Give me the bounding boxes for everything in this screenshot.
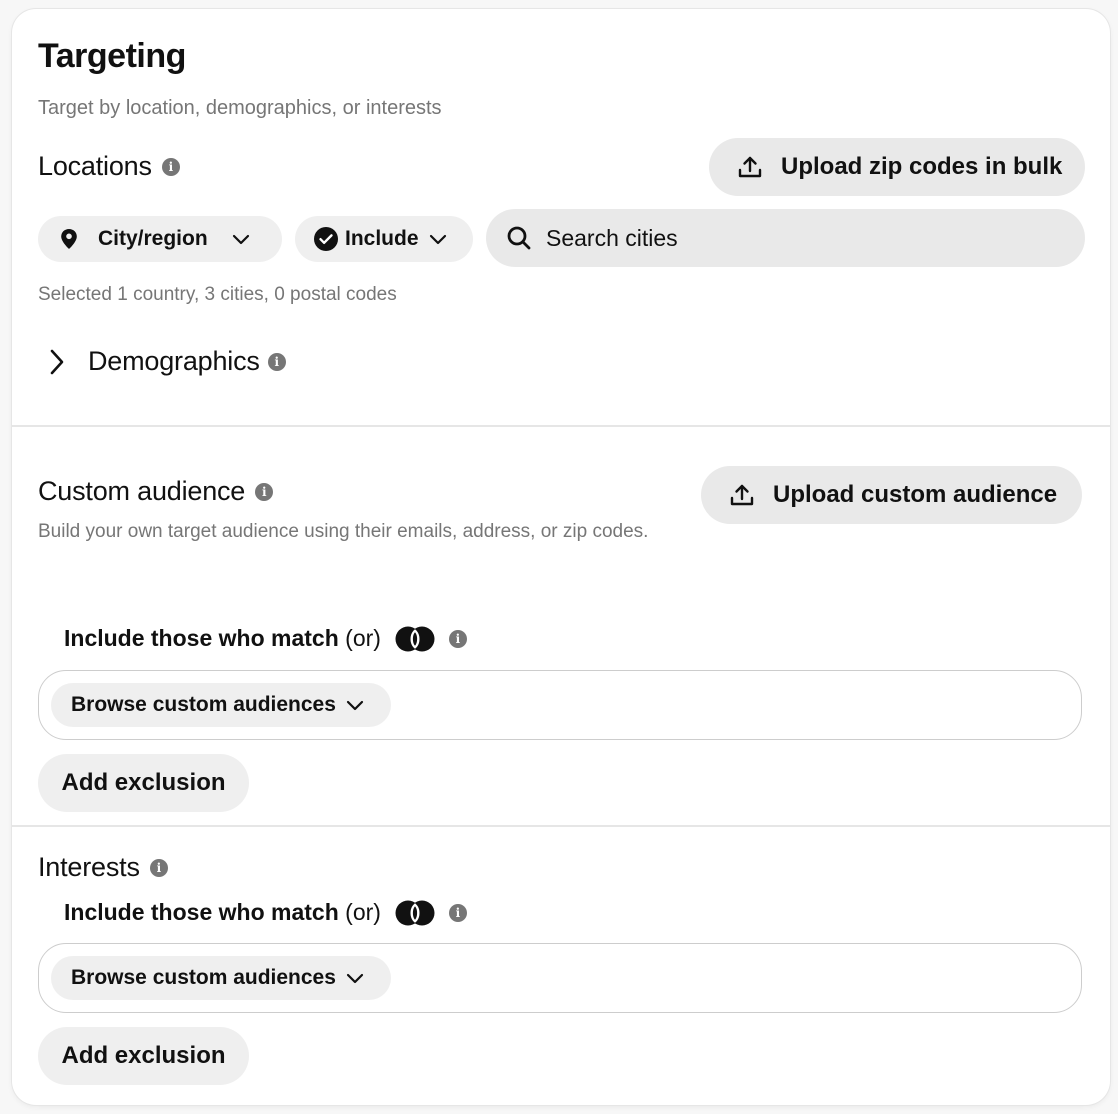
section-divider — [12, 425, 1110, 427]
browse-custom-audiences-label: Browse custom audiences — [71, 693, 336, 716]
upload-icon — [729, 482, 755, 508]
chevron-down-icon — [429, 233, 447, 245]
union-icon[interactable] — [395, 626, 435, 652]
match-label: Include those who match (or) — [64, 625, 381, 652]
page-title: Targeting — [38, 37, 186, 75]
upload-icon — [737, 154, 763, 180]
location-type-value: City/region — [98, 227, 208, 250]
interests-match-row: Include those who match (or) i — [64, 899, 467, 926]
info-icon[interactable]: i — [448, 629, 467, 648]
targeting-card: Targeting Target by location, demographi… — [12, 9, 1110, 1105]
demographics-toggle[interactable]: Demographics i — [48, 346, 286, 377]
info-icon[interactable]: i — [267, 352, 286, 371]
chevron-down-icon — [346, 699, 364, 711]
browse-custom-audiences-dropdown[interactable]: Browse custom audiences — [51, 683, 391, 727]
match-label-text: Include those who match — [64, 625, 339, 651]
info-icon[interactable]: i — [448, 903, 467, 922]
interests-heading-label: Interests — [38, 852, 140, 882]
location-type-dropdown[interactable]: City/region — [38, 216, 282, 262]
browse-custom-audiences-dropdown[interactable]: Browse custom audiences — [51, 956, 391, 1000]
interests-heading: Interests i — [38, 852, 168, 883]
info-icon[interactable]: i — [255, 482, 274, 501]
add-exclusion-button[interactable]: Add exclusion — [38, 754, 249, 812]
match-label: Include those who match (or) — [64, 899, 381, 926]
match-label-text: Include those who match — [64, 899, 339, 925]
demographics-heading-label: Demographics — [88, 346, 260, 376]
union-icon[interactable] — [395, 900, 435, 926]
search-icon — [506, 225, 532, 251]
custom-audience-heading: Custom audience i — [38, 476, 274, 507]
match-operator: (or) — [345, 899, 381, 925]
search-cities-input[interactable] — [546, 224, 1085, 252]
info-icon[interactable]: i — [149, 858, 168, 877]
upload-custom-audience-button[interactable]: Upload custom audience — [701, 466, 1082, 524]
section-divider — [12, 825, 1110, 827]
custom-audience-include-box: Browse custom audiences — [38, 670, 1082, 740]
info-icon[interactable]: i — [161, 157, 180, 176]
chevron-down-icon — [346, 972, 364, 984]
upload-custom-audience-label: Upload custom audience — [773, 481, 1058, 508]
include-mode-dropdown[interactable]: Include — [295, 216, 473, 262]
add-exclusion-button[interactable]: Add exclusion — [38, 1027, 249, 1085]
interests-include-box: Browse custom audiences — [38, 943, 1082, 1013]
match-operator: (or) — [345, 625, 381, 651]
custom-audience-description: Build your own target audience using the… — [38, 521, 649, 542]
page-subtitle: Target by location, demographics, or int… — [38, 97, 442, 119]
include-mode-value: Include — [345, 227, 419, 250]
chevron-right-icon — [48, 347, 66, 377]
upload-zip-codes-button[interactable]: Upload zip codes in bulk — [709, 138, 1085, 196]
search-cities-field[interactable] — [486, 209, 1085, 267]
custom-audience-match-row: Include those who match (or) i — [64, 625, 467, 652]
locations-heading: Locations i — [38, 151, 180, 182]
locations-summary: Selected 1 country, 3 cities, 0 postal c… — [38, 284, 397, 305]
check-circle-icon — [313, 226, 339, 252]
chevron-down-icon — [232, 233, 250, 245]
custom-audience-heading-label: Custom audience — [38, 476, 246, 506]
map-pin-icon — [60, 228, 78, 250]
locations-heading-label: Locations — [38, 151, 152, 181]
browse-custom-audiences-label: Browse custom audiences — [71, 966, 336, 989]
upload-zip-codes-label: Upload zip codes in bulk — [781, 153, 1063, 180]
